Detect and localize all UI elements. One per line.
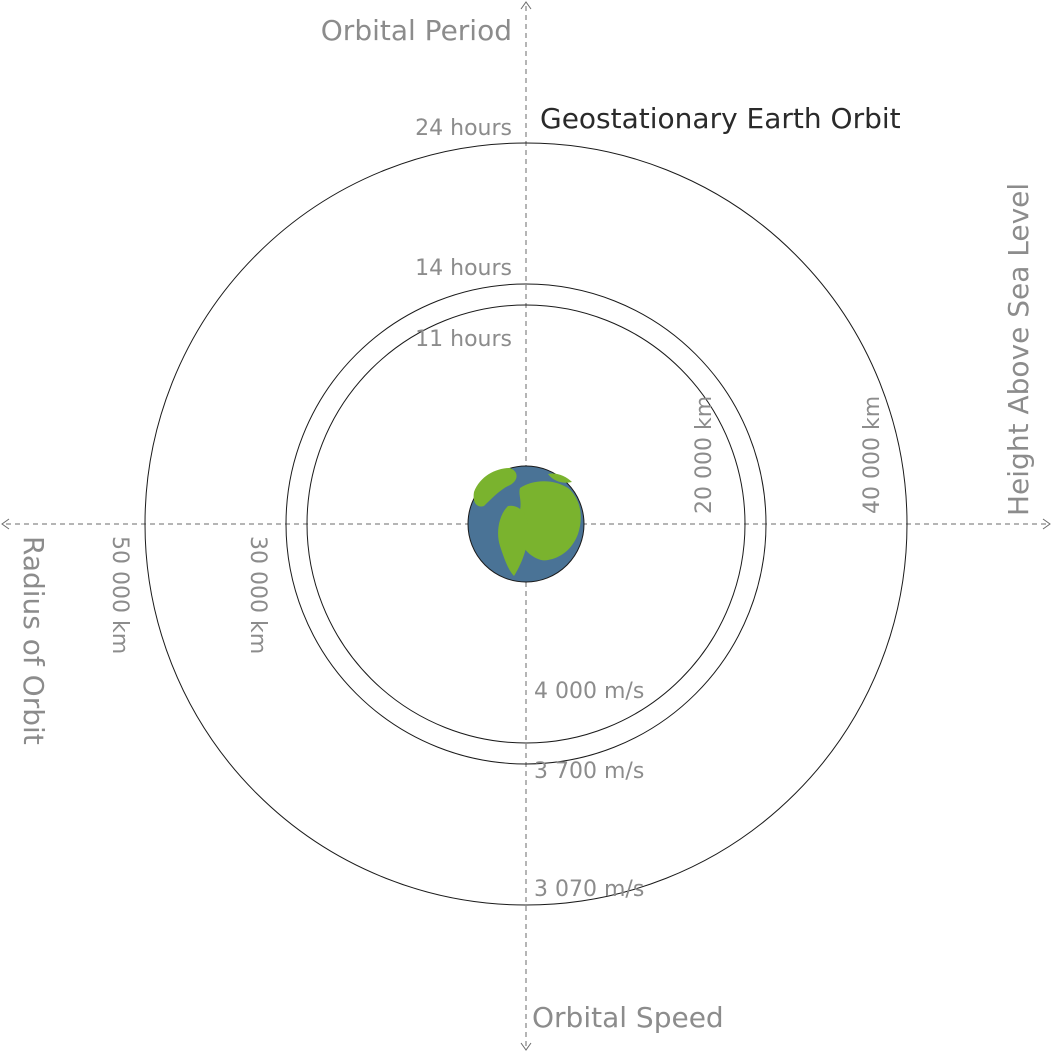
height-label-middle: 20 000 km [692,396,717,514]
axis-title-bottom: Orbital Speed [532,1001,724,1034]
diagram-title: Geostationary Earth Orbit [540,102,901,135]
axis-title-top: Orbital Period [321,14,512,47]
radius-label-middle: 30 000 km [245,536,270,654]
radius-label-geo: 50 000 km [107,536,132,654]
orbit-diagram: Orbital Period Orbital Speed Height Abov… [1,1,1051,1051]
period-label-middle: 14 hours [415,256,512,281]
period-label-geo: 24 hours [415,116,512,141]
earth-icon [467,465,585,583]
height-label-geo: 40 000 km [860,396,885,514]
speed-label-inner: 4 000 m/s [534,679,644,704]
period-label-inner: 11 hours [415,327,512,352]
speed-label-middle: 3 700 m/s [534,759,644,784]
axis-title-right: Height Above Sea Level [1002,183,1035,516]
axis-title-left: Radius of Orbit [17,536,50,745]
speed-label-geo: 3 070 m/s [534,877,644,902]
